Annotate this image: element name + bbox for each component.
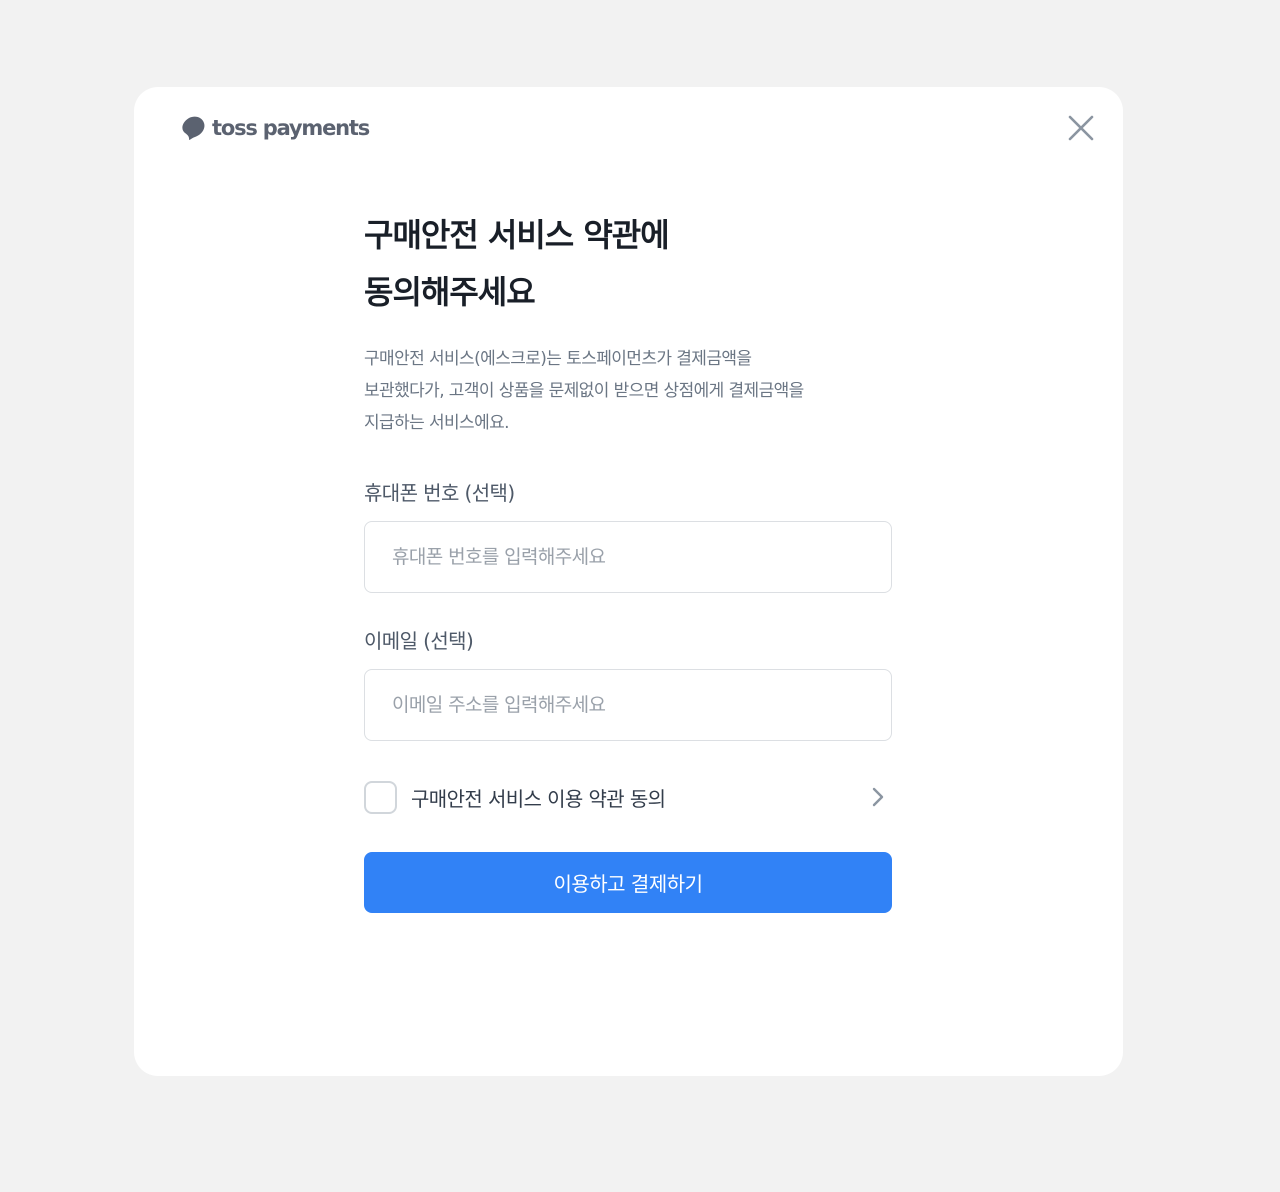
- phone-input[interactable]: [365, 522, 891, 592]
- description-line-3: 지급하는 서비스에요.: [364, 413, 510, 433]
- terms-detail-link[interactable]: [866, 785, 890, 809]
- phone-field-container: [364, 521, 892, 593]
- phone-field-label: 휴대폰 번호 (선택): [364, 481, 515, 505]
- page-title: 구매안전 서비스 약관에 동의해주세요: [364, 207, 892, 321]
- chevron-right-icon: [872, 787, 884, 807]
- email-input[interactable]: [365, 670, 891, 740]
- email-field-label: 이메일 (선택): [364, 629, 474, 653]
- title-line-2: 동의해주세요: [364, 273, 536, 311]
- toss-payments-logo: toss payments: [180, 113, 370, 143]
- description-line-1: 구매안전 서비스(에스크로)는 토스페이먼츠가 결제금액을: [364, 349, 752, 369]
- description-line-2: 보관했다가, 고객이 상품을 문제없이 받으면 상점에게 결제금액을: [364, 381, 804, 401]
- terms-agreement-label: 구매안전 서비스 이용 약관 동의: [411, 786, 666, 811]
- description: 구매안전 서비스(에스크로)는 토스페이먼츠가 결제금액을 보관했다가, 고객이…: [364, 343, 892, 439]
- agree-and-pay-button[interactable]: 이용하고 결제하기: [364, 852, 892, 913]
- close-button[interactable]: [1064, 111, 1098, 145]
- brand-name: toss payments: [212, 116, 370, 140]
- escrow-agreement-dialog: toss payments 구매안전 서비스 약관에 동의해주세요 구매안전 서…: [134, 87, 1123, 1076]
- terms-checkbox[interactable]: [364, 780, 397, 814]
- terms-agreement-row[interactable]: 구매안전 서비스 이용 약관 동의: [364, 777, 892, 817]
- dialog-content: 구매안전 서비스 약관에 동의해주세요 구매안전 서비스(에스크로)는 토스페이…: [364, 207, 892, 913]
- toss-logo-icon: [182, 116, 205, 140]
- email-field-container: [364, 669, 892, 741]
- title-line-1: 구매안전 서비스 약관에: [364, 216, 670, 254]
- close-icon: [1068, 115, 1094, 141]
